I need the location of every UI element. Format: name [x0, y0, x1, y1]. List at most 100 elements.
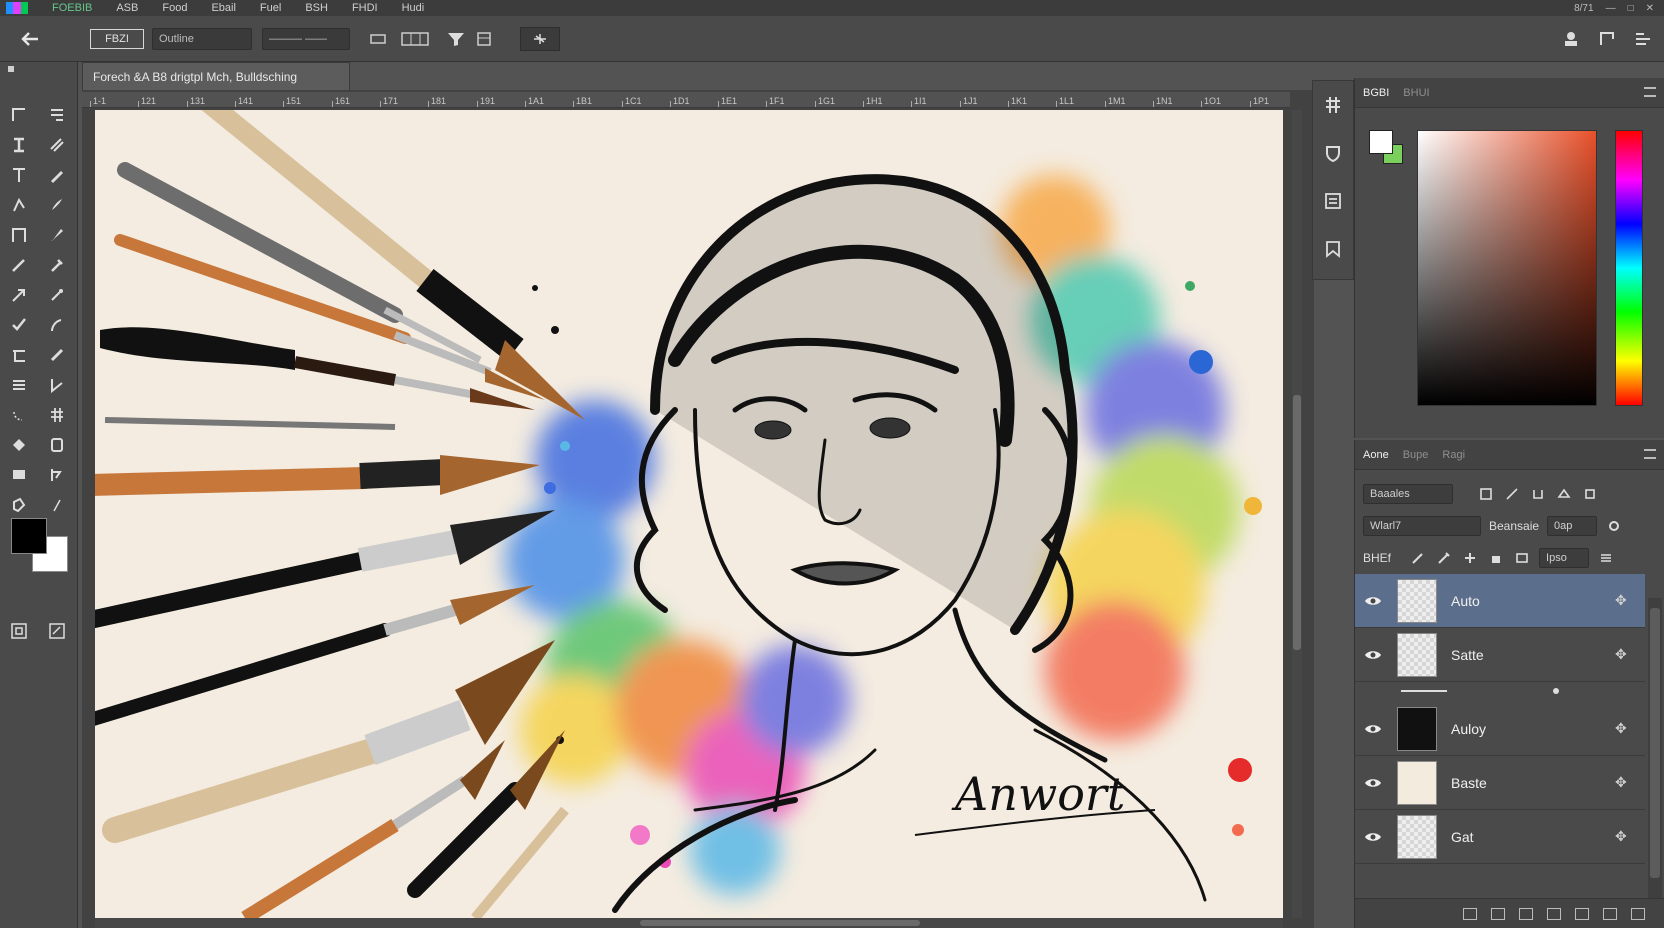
brush-tool-icon[interactable]	[44, 192, 70, 218]
gear-icon[interactable]	[1605, 517, 1623, 535]
tab-layers[interactable]: Aone	[1363, 449, 1389, 461]
visibility-eye-icon[interactable]	[1355, 723, 1391, 735]
options-icon[interactable]	[1597, 549, 1615, 567]
collapse-icon[interactable]	[8, 66, 14, 72]
menu-item[interactable]: Food	[150, 0, 199, 16]
new-adjustment-icon[interactable]	[1547, 907, 1561, 920]
size-field[interactable]: ——— ——	[262, 27, 350, 50]
preset-dropdown[interactable]: Outline	[152, 27, 252, 50]
screen-mode-icon[interactable]	[6, 618, 32, 644]
type-tool-icon[interactable]	[6, 162, 32, 188]
select-arrow-icon[interactable]	[6, 282, 32, 308]
visibility-eye-icon[interactable]	[1355, 649, 1391, 661]
crop-tool-icon[interactable]	[6, 222, 32, 248]
layer-row[interactable]: Baste ✥	[1355, 756, 1645, 810]
frame-tool-icon[interactable]	[6, 342, 32, 368]
shield-panel-icon[interactable]	[1313, 129, 1353, 177]
lock-position-icon[interactable]	[1461, 549, 1479, 567]
frame-icon[interactable]	[1596, 27, 1618, 51]
back-arrow-icon[interactable]	[10, 27, 50, 51]
add-mask-icon[interactable]	[1519, 907, 1533, 920]
menu-item[interactable]: ASB	[104, 0, 150, 16]
transform-icon[interactable]	[520, 26, 560, 51]
layer-row[interactable]: Auloy ✥	[1355, 702, 1645, 756]
move-handle-icon[interactable]: ✥	[1615, 646, 1645, 663]
grid-panel-icon[interactable]	[1313, 81, 1353, 129]
new-group-icon[interactable]	[1575, 907, 1589, 920]
lock-brush-icon[interactable]	[1409, 549, 1427, 567]
pen-tool-icon[interactable]	[44, 162, 70, 188]
menu-item[interactable]: FHDI	[340, 0, 390, 16]
move-handle-icon[interactable]: ✥	[1615, 774, 1645, 791]
burn-tool-icon[interactable]	[6, 492, 32, 518]
type-vertical-tool-icon[interactable]	[6, 132, 32, 158]
smudge-tool-icon[interactable]	[44, 282, 70, 308]
move-handle-icon[interactable]: ✥	[1615, 828, 1645, 845]
document-tab[interactable]: Forech &A B8 drigtpl Mch, Bulldsching	[82, 62, 350, 90]
check-tool-icon[interactable]	[6, 312, 32, 338]
menu-item[interactable]: Hudi	[390, 0, 437, 16]
bookmark-panel-icon[interactable]	[1313, 225, 1353, 273]
line-tool-icon[interactable]	[44, 492, 70, 518]
foreground-color-swatch[interactable]	[11, 518, 47, 554]
link-layers-icon[interactable]	[1463, 907, 1477, 920]
hand-tool-icon[interactable]	[6, 402, 32, 428]
edit-toolbar-icon[interactable]	[44, 618, 70, 644]
scroll-thumb[interactable]	[640, 920, 920, 926]
saturation-value-picker[interactable]	[1417, 130, 1597, 406]
layers-scrollbar[interactable]	[1648, 598, 1662, 898]
delete-layer-icon[interactable]	[1631, 907, 1645, 920]
bucket-tool-icon[interactable]	[6, 432, 32, 458]
horizontal-scrollbar[interactable]	[95, 918, 1283, 928]
artboard-canvas[interactable]: Anwort	[95, 110, 1283, 918]
tab-color[interactable]: BGBI	[1363, 87, 1389, 99]
scroll-thumb[interactable]	[1650, 608, 1660, 878]
opacity-dropdown[interactable]: Wlarl7	[1363, 516, 1481, 536]
lasso-tool-icon[interactable]	[6, 192, 32, 218]
minimize-button[interactable]: —	[1606, 3, 1616, 14]
close-button[interactable]: ✕	[1646, 3, 1654, 14]
menu-app-name[interactable]: FOEBIB	[40, 0, 104, 16]
layer-row[interactable]: Gat ✥	[1355, 810, 1645, 864]
scroll-thumb[interactable]	[1293, 395, 1301, 650]
stamp-tool-icon[interactable]	[6, 462, 32, 488]
menu-item[interactable]: Ebail	[199, 0, 247, 16]
pencil-tool-icon[interactable]	[6, 252, 32, 278]
fill-field[interactable]: 0ap	[1547, 516, 1598, 536]
menu-item[interactable]: Fuel	[248, 0, 293, 16]
new-layer-icon[interactable]	[1603, 907, 1617, 920]
dropper-tool-icon[interactable]	[44, 252, 70, 278]
visibility-eye-icon[interactable]	[1355, 777, 1391, 789]
smart-filter-icon[interactable]	[1581, 485, 1599, 503]
color-foreground-chip[interactable]	[1369, 130, 1393, 154]
shape-filter-icon[interactable]	[1555, 485, 1573, 503]
lock-artboard-icon[interactable]	[1487, 549, 1505, 567]
paint-tool-icon[interactable]	[44, 222, 70, 248]
mode-button[interactable]: FBZI	[90, 28, 144, 49]
tab-paths[interactable]: Ragi	[1442, 449, 1465, 461]
adjust-filter-icon[interactable]	[1503, 485, 1521, 503]
list-panel-icon[interactable]	[1313, 177, 1353, 225]
hue-slider[interactable]	[1615, 130, 1643, 406]
align-tool-icon[interactable]	[44, 102, 70, 128]
blur-tool-icon[interactable]	[44, 342, 70, 368]
panel-menu-icon[interactable]	[1644, 87, 1656, 97]
layout-icon[interactable]	[472, 27, 496, 51]
layer-row[interactable]: Satte ✥	[1355, 628, 1645, 682]
filter-icon[interactable]	[444, 27, 468, 51]
lock-field[interactable]: Ipso	[1539, 548, 1590, 568]
move-handle-icon[interactable]: ✥	[1615, 720, 1645, 737]
path-select-icon[interactable]	[44, 372, 70, 398]
visibility-eye-icon[interactable]	[1355, 831, 1391, 843]
blend-mode-dropdown[interactable]: Baaales	[1363, 484, 1453, 504]
rect-shape-icon[interactable]	[44, 432, 70, 458]
slice-tool-icon[interactable]	[44, 402, 70, 428]
eraser-tool-icon[interactable]	[44, 312, 70, 338]
vertical-scrollbar[interactable]	[1292, 110, 1302, 918]
arrange-icon[interactable]	[1632, 27, 1654, 51]
tab-channels[interactable]: Bupe	[1403, 449, 1429, 461]
slash-tool-icon[interactable]	[44, 132, 70, 158]
maximize-button[interactable]: □	[1628, 3, 1634, 14]
menu-item[interactable]: BSH	[293, 0, 340, 16]
add-style-icon[interactable]	[1491, 907, 1505, 920]
